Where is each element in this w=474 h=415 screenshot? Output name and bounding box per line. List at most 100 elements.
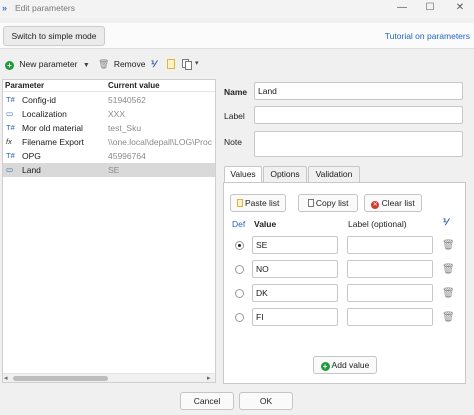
copy-icon (307, 199, 314, 207)
cancel-button[interactable]: Cancel (180, 392, 234, 410)
trash-icon: 🗑 (98, 59, 110, 69)
sort-icon[interactable]: ⅟ (151, 57, 156, 71)
tab-values[interactable]: Values (224, 166, 262, 183)
column-header-value: Value (254, 219, 277, 229)
add-value-label: Add value (331, 360, 370, 370)
values-tab-panel: Paste list Copy list ✕ Clear list Def Va… (223, 182, 466, 384)
label-input[interactable] (254, 106, 463, 124)
value-input[interactable]: DK (252, 284, 338, 302)
trash-icon[interactable]: 🗑 (442, 264, 455, 275)
tab-validation[interactable]: Validation (308, 166, 360, 182)
value-input[interactable]: SE (252, 236, 338, 254)
parameter-name: OPG (22, 151, 41, 161)
new-parameter-button[interactable]: + New parameter ▼ (5, 57, 90, 71)
text-number-icon: T# (6, 95, 15, 104)
note-input[interactable] (254, 131, 463, 157)
switch-simple-mode-button[interactable]: Switch to simple mode (3, 26, 105, 46)
parameter-row[interactable]: T# Mor old material test_Sku (3, 121, 215, 135)
chevron-down-icon[interactable]: ▼ (83, 62, 90, 69)
label-label: Label (224, 111, 245, 121)
parameter-row-selected[interactable]: ▭ Land SE (3, 163, 215, 177)
parameter-value: SE (108, 165, 120, 175)
ok-button[interactable]: OK (239, 392, 293, 410)
default-radio[interactable] (235, 241, 244, 250)
trash-icon[interactable]: 🗑 (442, 288, 455, 299)
paste-list-button[interactable]: Paste list (230, 194, 286, 212)
column-header-def: Def (232, 219, 246, 229)
parameter-list-header: Parameter Current value (3, 80, 215, 92)
copy-list-label: Copy list (315, 198, 349, 208)
parameter-name: Filename Export (22, 137, 84, 147)
close-button[interactable]: ✕ (446, 0, 474, 18)
parameter-value: 51940562 (108, 95, 146, 105)
trash-icon[interactable]: 🗑 (442, 240, 455, 251)
default-radio[interactable] (235, 265, 244, 274)
parameter-row[interactable]: T# Config-id 51940562 (3, 93, 215, 107)
parameter-name: Config-id (22, 95, 57, 105)
value-input[interactable]: NO (252, 260, 338, 278)
scroll-right-icon[interactable]: ▸ (207, 374, 211, 382)
list-icon: ▭ (6, 109, 14, 118)
parameter-value: 45996764 (108, 151, 146, 161)
column-header-current-value[interactable]: Current value (108, 81, 160, 90)
value-row: SE 🗑 (224, 235, 465, 255)
copy-list-button[interactable]: Copy list (298, 194, 358, 212)
text-number-icon: T# (6, 123, 15, 132)
value-row: FI 🗑 (224, 307, 465, 327)
clear-icon: ✕ (371, 201, 380, 209)
default-radio[interactable] (235, 289, 244, 298)
maximize-button[interactable]: ☐ (416, 0, 444, 18)
copy-icon[interactable]: ▾ (182, 57, 204, 71)
parameter-row[interactable]: ▭ Localization XXX (3, 107, 215, 121)
remove-label: Remove (113, 59, 146, 69)
parameter-row[interactable]: fx Filename Export \\one.local\depall\LO… (3, 135, 215, 149)
value-row: DK 🗑 (224, 283, 465, 303)
parameter-name: Localization (22, 109, 67, 119)
parameter-row[interactable]: T# OPG 45996764 (3, 149, 215, 163)
default-radio[interactable] (235, 313, 244, 322)
parameter-name: Land (22, 165, 41, 175)
top-bar: Switch to simple mode Tutorial on parame… (0, 23, 474, 49)
parameter-value: XXX (108, 109, 126, 119)
parameter-value: \\one.local\depall\LOG\Proc (108, 137, 212, 147)
parameter-toolbar: + New parameter ▼ 🗑 Remove ⅟ ▾ (0, 55, 215, 73)
paste-list-label: Paste list (244, 198, 280, 208)
remove-button[interactable]: 🗑 Remove (98, 57, 145, 71)
name-label: Name (224, 87, 248, 97)
paste-icon[interactable] (166, 57, 176, 71)
scrollbar-thumb[interactable] (13, 376, 108, 381)
value-row: NO 🗑 (224, 259, 465, 279)
window-title: Edit parameters (15, 3, 75, 13)
add-icon: + (320, 362, 330, 371)
formula-icon: fx (6, 137, 12, 146)
app-icon: » (2, 3, 8, 13)
new-parameter-label: New parameter (19, 59, 78, 69)
trash-icon[interactable]: 🗑 (442, 312, 455, 323)
list-icon: ▭ (6, 165, 14, 174)
label-input[interactable] (347, 284, 433, 302)
minimize-button[interactable]: — (388, 0, 416, 18)
add-icon: + (5, 61, 14, 70)
horizontal-scrollbar[interactable]: ◂ ▸ (3, 373, 215, 382)
tutorial-link[interactable]: Tutorial on parameters (385, 31, 470, 41)
note-label: Note (224, 137, 242, 147)
label-input[interactable] (347, 236, 433, 254)
title-bar: » Edit parameters — ☐ ✕ (0, 0, 474, 18)
parameter-list: Parameter Current value T# Config-id 519… (2, 79, 216, 383)
column-header-label: Label (optional) (348, 219, 407, 229)
value-input[interactable]: FI (252, 308, 338, 326)
sort-icon[interactable]: ⅟ (443, 217, 448, 228)
clear-list-label: Clear list (381, 198, 415, 208)
text-number-icon: T# (6, 151, 15, 160)
label-input[interactable] (347, 260, 433, 278)
parameter-value: test_Sku (108, 123, 142, 133)
name-input[interactable]: Land (254, 82, 463, 100)
column-header-parameter[interactable]: Parameter (5, 81, 44, 90)
scroll-left-icon[interactable]: ◂ (4, 374, 8, 382)
parameter-name: Mor old material (22, 123, 83, 133)
clear-list-button[interactable]: ✕ Clear list (364, 194, 422, 212)
label-input[interactable] (347, 308, 433, 326)
paste-icon (236, 199, 243, 207)
add-value-button[interactable]: + Add value (313, 356, 377, 374)
tab-options[interactable]: Options (263, 166, 307, 182)
